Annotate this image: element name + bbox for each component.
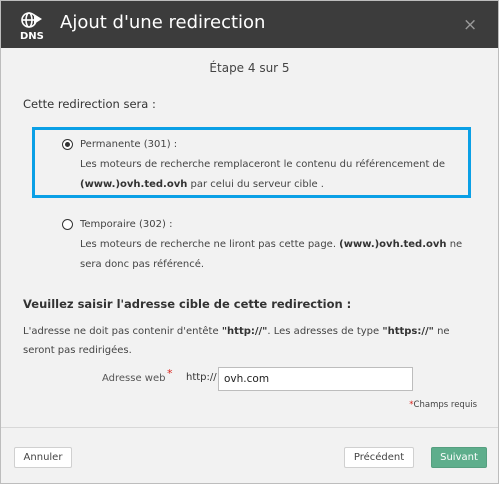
option-permanent-description: Les moteurs de recherche remplaceront le… <box>80 159 446 190</box>
close-icon[interactable]: × <box>463 16 477 34</box>
dns-logo-text: DNS <box>20 31 44 42</box>
previous-button[interactable]: Précédent <box>344 447 414 468</box>
dialog-title: Ajout d'une redirection <box>60 12 266 33</box>
target-hint: L'adresse ne doit pas contenir d'entête … <box>23 326 450 356</box>
step-indicator: Étape 4 sur 5 <box>209 61 290 75</box>
dialog-header: DNS Ajout d'une redirection × <box>1 1 498 48</box>
dns-logo-icon: DNS <box>17 10 47 42</box>
redirection-dialog: DNS Ajout d'une redirection × Étape 4 su… <box>0 0 499 484</box>
redirect-type-label: Cette redirection sera : <box>23 97 156 111</box>
web-address-input[interactable] <box>218 367 413 391</box>
target-heading: Veuillez saisir l'adresse cible de cette… <box>23 297 352 311</box>
required-asterisk: * <box>167 367 173 380</box>
option-temporary-description: Les moteurs de recherche ne liront pas c… <box>80 239 463 270</box>
web-address-label: Adresse web <box>102 373 166 384</box>
radio-permanent[interactable] <box>62 139 73 150</box>
next-button[interactable]: Suivant <box>431 447 487 468</box>
required-fields-note: *Champs requis <box>409 400 477 410</box>
option-permanent-title: Permanente (301) : <box>80 139 178 150</box>
option-temporary-title: Temporaire (302) : <box>80 219 173 230</box>
radio-temporary[interactable] <box>62 219 73 230</box>
footer-divider <box>1 427 498 428</box>
hostname: (www.)ovh.ted.ovh <box>80 179 188 190</box>
hostname: (www.)ovh.ted.ovh <box>339 239 447 250</box>
cancel-button[interactable]: Annuler <box>14 447 72 468</box>
http-prefix: http:// <box>186 372 217 383</box>
